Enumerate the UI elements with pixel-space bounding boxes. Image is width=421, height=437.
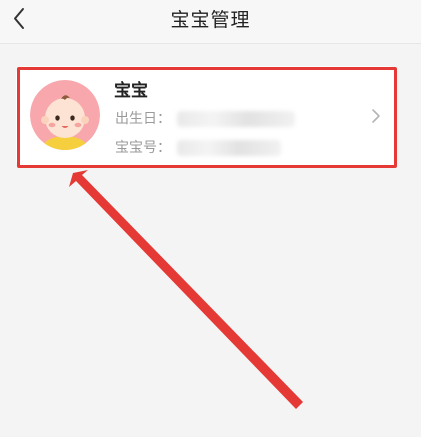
birthday-row: 出生日： xyxy=(115,108,295,128)
page-title: 宝宝管理 xyxy=(170,9,251,31)
baby-id-row: 宝宝号： xyxy=(115,137,281,157)
baby-id-label: 宝宝号： xyxy=(115,140,171,156)
baby-avatar xyxy=(30,80,100,150)
baby-name: 宝宝 xyxy=(114,81,148,101)
chevron-right-icon[interactable] xyxy=(369,107,383,125)
baby-id-value-redacted xyxy=(177,140,281,156)
birthday-value-redacted xyxy=(177,111,295,127)
birthday-label: 出生日： xyxy=(115,111,171,127)
baby-avatar-icon xyxy=(30,80,100,150)
navigation-bar: 宝宝管理 xyxy=(0,0,421,44)
